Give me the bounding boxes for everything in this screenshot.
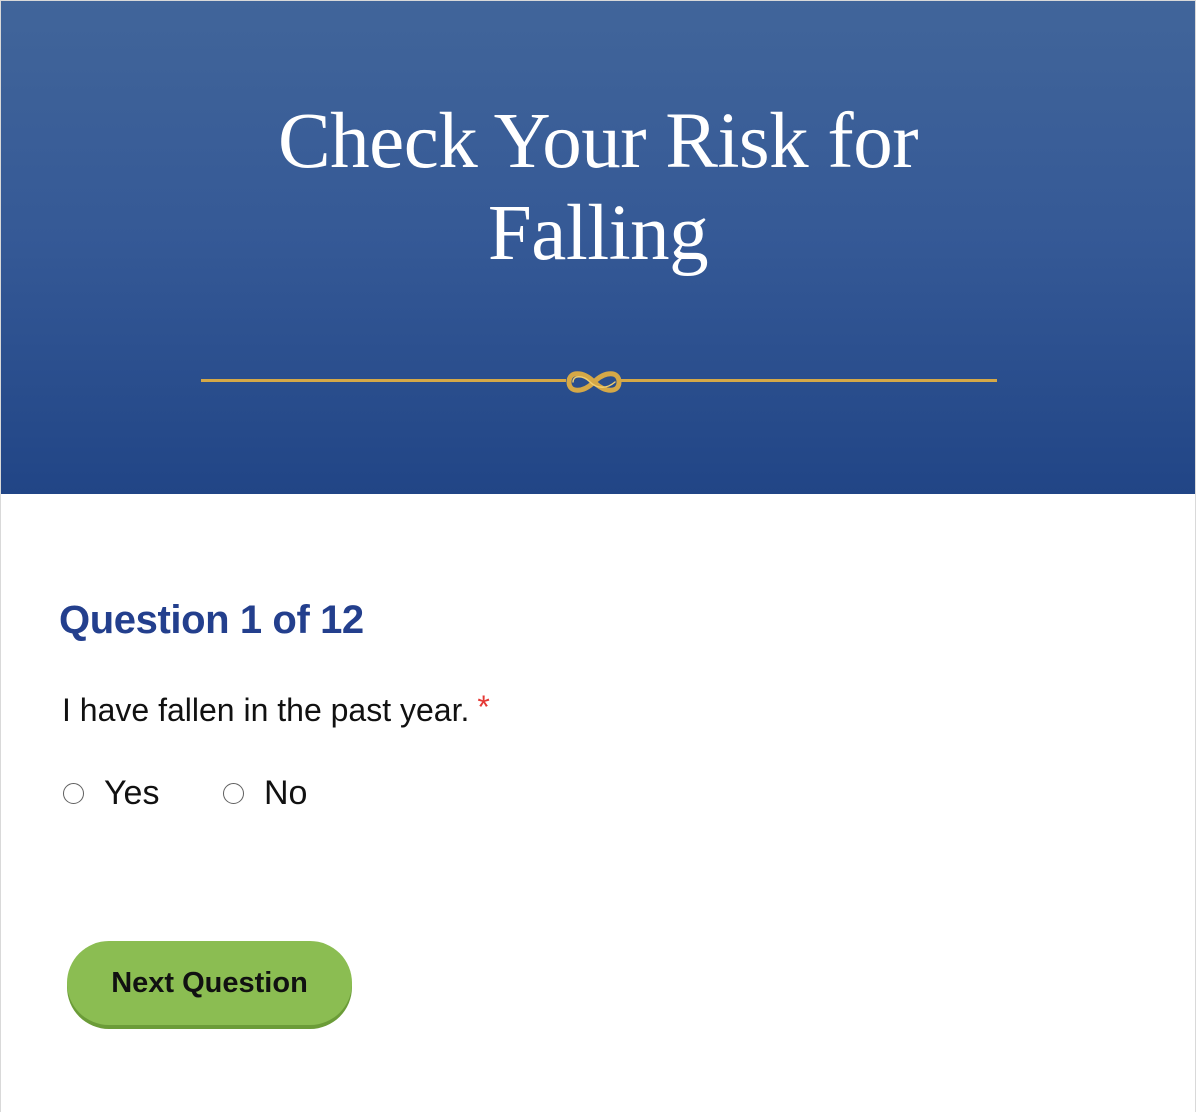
question-text: I have fallen in the past year. [62,692,470,728]
radio-button-icon[interactable] [223,782,244,804]
question-prompt: I have fallen in the past year. * [62,687,490,733]
infinity-knot-icon [566,371,622,393]
answer-option-yes[interactable]: Yes [63,770,159,816]
answer-label-yes: Yes [104,774,160,812]
fall-risk-survey-page: Check Your Risk for Falling Question 1 o… [0,0,1196,1112]
hero-banner: Check Your Risk for Falling [1,1,1195,494]
page-title: Check Your Risk for Falling [277,98,919,277]
radio-button-icon[interactable] [63,782,84,804]
next-question-button[interactable]: Next Question [67,941,352,1025]
answer-option-no[interactable]: No [223,770,307,816]
title-divider-left-line [201,379,566,382]
title-divider-right-line [621,379,997,382]
answer-label-no: No [264,774,308,812]
required-marker: * [477,689,490,725]
question-counter: Question 1 of 12 [59,598,364,642]
